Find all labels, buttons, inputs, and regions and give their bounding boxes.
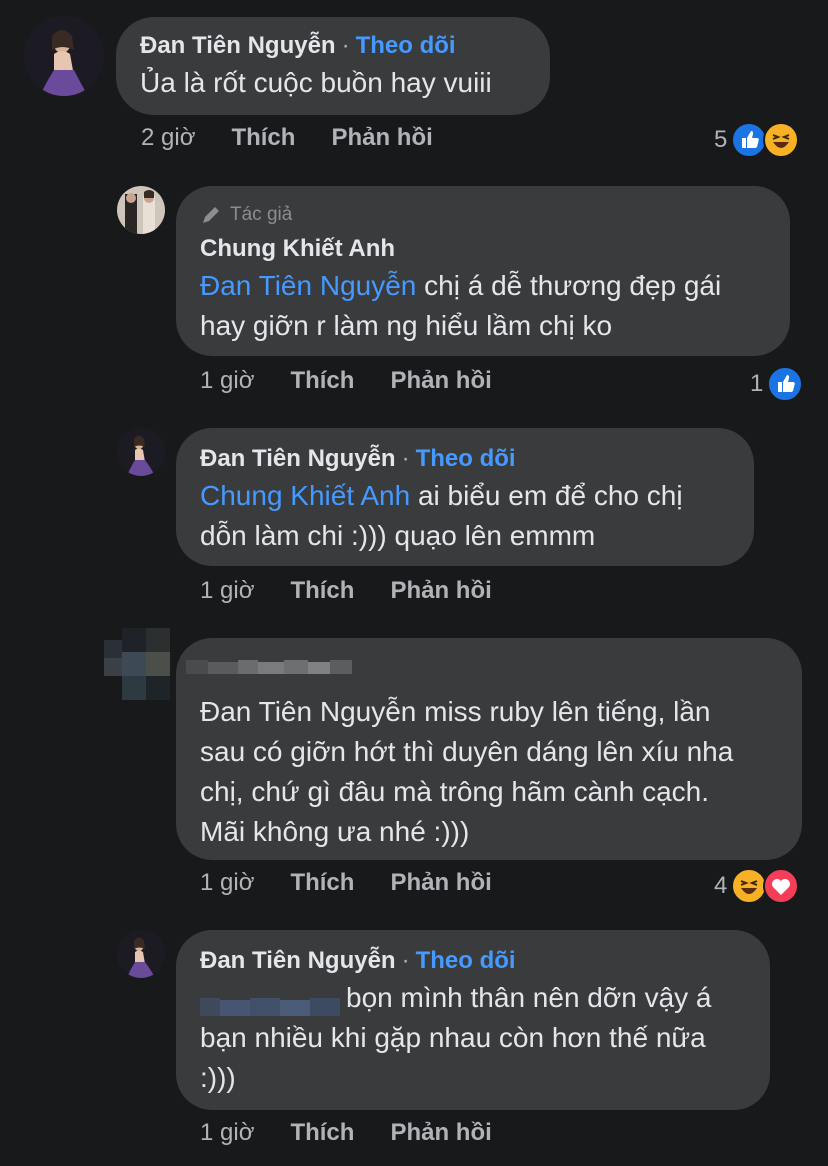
separator-dot: · [401,445,410,472]
comment-actions: 1 giờ Thích Phản hồi [200,577,492,605]
comment-actions: 2 giờ Thích Phản hồi [141,124,433,152]
comment-bubble: Đan Tiên Nguyễn · Theo dõi Ủa là rốt cuộc … [116,17,550,115]
comment-text: Chung Khiết Anh ai biểu em để cho chị dỗ… [200,480,683,551]
comment-time[interactable]: 1 giờ [200,367,254,395]
author-name[interactable]: Chung Khiết Anh [200,235,395,262]
mention-link[interactable]: Đan Tiên Nguyễn [200,270,416,301]
follow-button[interactable]: Theo dõi [356,32,456,59]
comment-time[interactable]: 1 giờ [200,577,254,605]
like-icon [767,366,804,402]
reply-button[interactable]: Phản hồi [390,367,491,395]
reply-button[interactable]: Phản hồi [331,124,432,152]
haha-icon [731,868,768,904]
reaction-summary[interactable]: 4 [714,868,800,904]
comment-actions: 1 giờ Thích Phản hồi [200,1119,492,1147]
avatar[interactable] [117,930,165,978]
blurred-mention[interactable] [200,989,340,1016]
reply-button[interactable]: Phản hồi [390,1119,491,1147]
reply-button[interactable]: Phản hồi [390,577,491,605]
like-button[interactable]: Thích [290,869,354,897]
like-button[interactable]: Thích [231,124,295,152]
reply-button[interactable]: Phản hồi [390,869,491,897]
reaction-count: 4 [714,872,728,899]
comment-text: Ủa là rốt cuộc buồn hay vuiii [140,67,492,98]
reaction-count: 1 [750,370,764,397]
follow-button[interactable]: Theo dõi [416,445,516,472]
comment-bubble: Đan Tiên Nguyễn · Theo dõi bọn mình thân n… [176,930,770,1110]
comment-bubble: Đan Tiên Nguyễn miss ruby lên tiếng, lần… [176,638,802,860]
reaction-count: 5 [714,126,728,153]
comment-text: Đan Tiên Nguyễn miss ruby lên tiếng, lần… [200,696,734,847]
reaction-summary[interactable]: 1 [750,366,804,402]
comment-author-line: Đan Tiên Nguyễn · Theo dõi [200,442,730,476]
avatar[interactable] [117,186,165,234]
comment-author-line: Chung Khiết Anh [200,232,766,266]
comment-actions: 1 giờ Thích Phản hồi [200,869,492,897]
comment-actions: 1 giờ Thích Phản hồi [200,367,492,395]
blurred-avatar[interactable] [104,628,176,700]
pen-icon [203,207,219,223]
comment-bubble: Đan Tiên Nguyễn · Theo dõi Chung Khiết Anh… [176,428,754,566]
comment-text: Đan Tiên Nguyễn chị á dễ thương đẹp gái … [200,270,722,341]
comment-time[interactable]: 1 giờ [200,1119,254,1147]
mention-link[interactable]: Chung Khiết Anh [200,480,410,511]
separator-dot: · [341,32,350,59]
haha-icon [763,122,800,158]
author-name[interactable]: Đan Tiên Nguyễn [140,32,336,59]
avatar[interactable] [24,16,104,96]
comment-text: bọn mình thân nên dỡn vậy á bạn nhiều kh… [200,982,712,1093]
love-icon [763,868,800,904]
follow-button[interactable]: Theo dõi [416,947,516,974]
author-name[interactable]: Đan Tiên Nguyễn [200,445,396,472]
author-badge-label: Tác giả [230,204,293,225]
comment-author-line: Đan Tiên Nguyễn · Theo dõi [200,944,746,978]
reaction-summary[interactable]: 5 [714,122,800,158]
like-button[interactable]: Thích [290,577,354,605]
comment-time[interactable]: 2 giờ [141,124,195,152]
comment-author-line: Đan Tiên Nguyễn · Theo dõi [140,29,526,63]
separator-dot: · [401,947,410,974]
like-button[interactable]: Thích [290,1119,354,1147]
comment-bubble: Tác giả Chung Khiết Anh Đan Tiên Nguyễn … [176,186,790,356]
avatar[interactable] [117,428,165,476]
author-name[interactable]: Đan Tiên Nguyễn [200,947,396,974]
like-button[interactable]: Thích [290,367,354,395]
blurred-author-name [186,656,356,678]
comment-time[interactable]: 1 giờ [200,869,254,897]
like-icon [731,122,768,158]
author-badge: Tác giả [200,202,766,228]
